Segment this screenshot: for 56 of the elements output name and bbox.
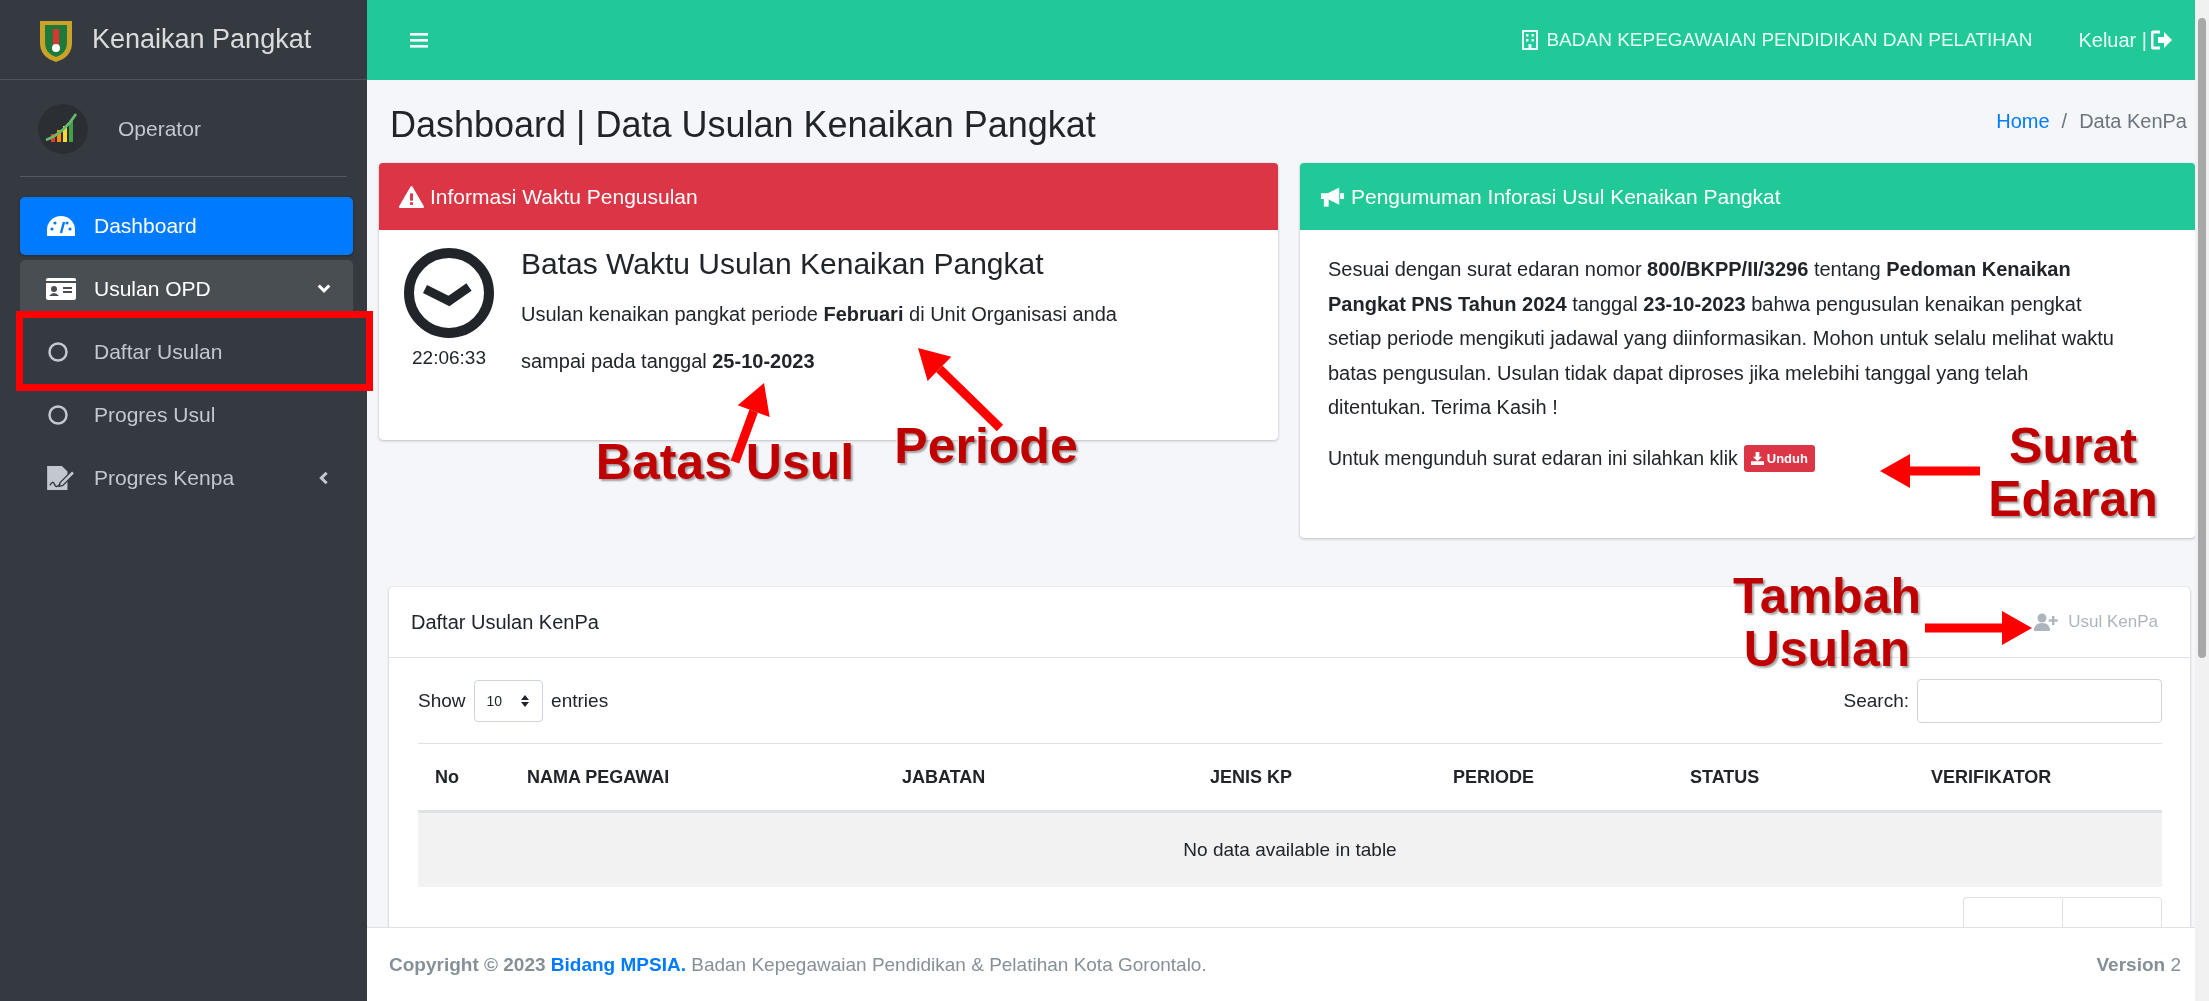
menu-icon[interactable] <box>410 32 428 48</box>
pagination-button[interactable] <box>2062 897 2162 927</box>
breadcrumb-item[interactable]: Home <box>1996 110 2050 133</box>
column-header[interactable]: JENIS KP <box>1193 766 1436 788</box>
card-title: Daftar Usulan KenPa <box>411 610 599 634</box>
callout-label: Periode <box>893 420 1079 473</box>
callout-label: Tambah Usulan <box>1732 570 1922 675</box>
entries-label: entries <box>551 690 609 712</box>
column-header[interactable]: No <box>418 766 510 788</box>
empty-table-row: No data available in table <box>418 813 2162 887</box>
announcement-text: Sesuai dengan surat edaran nomor 800/BKPP/II/3296 tentang Pedoman Kenaikan Pangkat PNS Tahun 2024 tanggal 23-10-2023 bahwa pengusulan kenaikan pengkat setiap periode mengikuti jadawal yang diinformasikan. Mohon untuk selalu melihat waktu batas pengusulan. Usulan tidak dapat diproses jika melebihi tanggal yang telah ditentukan. Terima Kasih ! <box>1328 257 2115 420</box>
search-field[interactable] <box>1917 679 2162 723</box>
clock-time: 22:06:33 <box>412 347 486 369</box>
clock-icon <box>403 247 495 339</box>
column-header[interactable]: PERIODE <box>1436 766 1673 788</box>
signed-document-icon <box>46 466 76 490</box>
column-header[interactable]: JABATAN <box>885 766 1193 788</box>
nav-item[interactable]: Progres Kenpa <box>20 449 353 507</box>
breadcrumb-separator: / <box>2061 110 2068 133</box>
user-plus-icon <box>2034 613 2059 631</box>
footer-link[interactable]: Bidang MPSIA. <box>550 953 686 975</box>
footer-copyright: Copyright © 2023 Bidang MPSIA. Badan Kepegawaian Pendidikan & Pelatihan Kota Gorontalo. <box>389 953 1207 976</box>
card-title: Informasi Waktu Pengusulan <box>430 184 698 209</box>
card-title: Pengumuman Inforasi Usul Kenaikan Pangkat <box>1351 184 1781 209</box>
scrollbar[interactable] <box>2195 0 2209 1001</box>
app-title: Kenaikan Pangkat <box>92 24 312 55</box>
building-icon <box>1522 30 1539 50</box>
user-name: Operator <box>118 117 201 141</box>
nav-subitem[interactable]: Progres Usul <box>20 386 353 444</box>
pagination-button[interactable] <box>1963 897 2062 927</box>
callout-label: Batas Usul <box>594 436 856 489</box>
nav-item[interactable]: Dashboard <box>20 197 353 255</box>
nav-subitem[interactable]: Daftar Usulan <box>20 323 353 381</box>
page-title: Dashboard | Data Usulan Kenaikan Pangkat <box>390 103 1096 146</box>
gauge-icon <box>46 214 76 238</box>
id-card-icon <box>46 277 76 301</box>
download-prompt: Untuk mengunduh surat edaran ini silahkan klik <box>1328 446 1738 470</box>
user-avatar-icon <box>38 104 88 154</box>
version-text: Version 2 <box>2096 953 2181 976</box>
search-label: Search: <box>1843 690 1909 712</box>
megaphone-icon <box>1320 185 1345 208</box>
column-header[interactable]: NAMA PEGAWAI <box>510 766 885 788</box>
logout-icon <box>2151 30 2173 50</box>
download-icon <box>1750 451 1764 465</box>
breadcrumb-item[interactable]: Data KenPa <box>2079 110 2187 133</box>
warning-icon <box>399 185 424 208</box>
download-button[interactable]: Unduh <box>1743 444 1815 472</box>
show-label: Show <box>418 690 466 712</box>
column-header[interactable]: STATUS <box>1673 766 1914 788</box>
sort-caret-icon <box>520 694 531 708</box>
callout-label: Surat Edaran <box>1987 420 2159 525</box>
column-header[interactable]: VERIFIKATOR <box>1914 766 2164 788</box>
page-size-select[interactable]: 10 <box>473 680 544 722</box>
deadline-heading: Batas Waktu Usulan Kenaikan Pangkat <box>521 247 1045 281</box>
deadline-text: Usulan kenaikan pangkat periode Februari di Unit Organisasi anda sampai pada tanggal 25-10-2023 <box>521 302 1118 374</box>
organization-name: BADAN KEPEGAWAIAN PENDIDIKAN DAN PELATIHAN <box>1546 29 2033 51</box>
